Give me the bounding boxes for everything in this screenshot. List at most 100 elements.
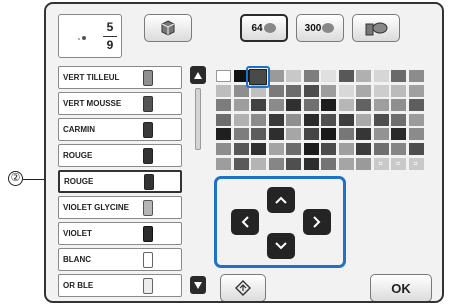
palette-swatch[interactable] xyxy=(373,113,389,126)
move-right-button[interactable] xyxy=(303,209,331,235)
palette-swatch[interactable] xyxy=(268,143,284,155)
palette-swatch[interactable] xyxy=(373,128,389,141)
palette-swatch[interactable] xyxy=(408,128,424,141)
palette-swatch[interactable] xyxy=(286,113,301,126)
palette-swatch[interactable] xyxy=(338,113,354,126)
palette-300-button[interactable]: 300 xyxy=(296,14,344,42)
palette-swatch[interactable] xyxy=(268,157,284,170)
palette-swatch[interactable] xyxy=(338,84,354,97)
color-palette-grid[interactable]: ⌗ ⌗ ⌗ xyxy=(216,66,430,174)
palette-swatch[interactable] xyxy=(321,128,336,141)
palette-swatch[interactable] xyxy=(321,84,336,97)
palette-swatch[interactable] xyxy=(321,157,336,170)
palette-swatch[interactable] xyxy=(338,157,354,170)
scroll-up-button[interactable] xyxy=(190,66,206,84)
selected-palette-swatch[interactable] xyxy=(249,69,267,85)
palette-swatch[interactable] xyxy=(391,84,406,97)
palette-swatch[interactable] xyxy=(216,157,231,170)
palette-swatch[interactable] xyxy=(356,99,371,112)
palette-swatch[interactable] xyxy=(303,84,319,97)
palette-swatch[interactable] xyxy=(408,84,424,97)
palette-swatch[interactable] xyxy=(408,99,424,112)
move-up-button[interactable] xyxy=(267,187,295,213)
palette-swatch[interactable] xyxy=(338,70,354,82)
palette-swatch[interactable] xyxy=(373,143,389,155)
palette-swatch[interactable] xyxy=(408,70,424,82)
palette-swatch[interactable] xyxy=(303,157,319,170)
palette-swatch[interactable] xyxy=(216,99,231,112)
palette-swatch[interactable] xyxy=(303,143,319,155)
palette-64-button[interactable]: 64 xyxy=(240,14,288,42)
palette-swatch[interactable] xyxy=(391,143,406,155)
palette-swatch[interactable] xyxy=(286,84,301,97)
palette-swatch[interactable] xyxy=(356,70,371,82)
ok-button[interactable]: OK xyxy=(370,274,432,301)
palette-swatch[interactable] xyxy=(373,99,389,112)
palette-swatch[interactable] xyxy=(303,113,319,126)
special-thread-icon[interactable]: ⌗ xyxy=(392,159,404,169)
palette-swatch[interactable] xyxy=(321,113,336,126)
scroll-thumb[interactable] xyxy=(195,88,201,150)
palette-swatch[interactable] xyxy=(216,113,231,126)
palette-swatch[interactable] xyxy=(408,143,424,155)
list-item[interactable]: VERT MOUSSE xyxy=(58,92,182,115)
palette-swatch[interactable] xyxy=(233,128,249,141)
list-item[interactable]: CARMIN xyxy=(58,118,182,141)
reset-button[interactable] xyxy=(220,274,266,301)
palette-swatch[interactable] xyxy=(321,143,336,155)
palette-swatch[interactable] xyxy=(233,143,249,155)
palette-swatch[interactable] xyxy=(391,113,406,126)
palette-swatch[interactable] xyxy=(268,84,284,97)
list-item[interactable]: VIOLET GLYCINE xyxy=(58,196,182,219)
special-thread-icon[interactable]: ⌗ xyxy=(410,159,422,169)
move-down-button[interactable] xyxy=(267,233,295,259)
palette-swatch[interactable] xyxy=(251,99,266,112)
palette-swatch[interactable] xyxy=(373,84,389,97)
list-item-selected[interactable]: ROUGE xyxy=(58,170,182,193)
palette-swatch[interactable] xyxy=(321,99,336,112)
palette-swatch[interactable] xyxy=(391,70,406,82)
palette-swatch[interactable] xyxy=(286,143,301,155)
palette-swatch[interactable] xyxy=(233,157,249,170)
palette-swatch[interactable] xyxy=(356,84,371,97)
palette-swatch[interactable] xyxy=(251,113,266,126)
palette-swatch[interactable] xyxy=(233,99,249,112)
palette-swatch[interactable] xyxy=(303,128,319,141)
scroll-down-button[interactable] xyxy=(190,276,206,294)
palette-swatch[interactable] xyxy=(286,157,301,170)
palette-swatch[interactable] xyxy=(303,70,319,82)
palette-swatch[interactable] xyxy=(408,113,424,126)
palette-swatch[interactable] xyxy=(286,128,301,141)
palette-swatch[interactable] xyxy=(338,128,354,141)
thread-list-scrollbar[interactable] xyxy=(190,66,206,301)
palette-swatch[interactable] xyxy=(251,128,266,141)
palette-swatch[interactable] xyxy=(286,99,301,112)
palette-swatch[interactable] xyxy=(338,143,354,155)
palette-swatch[interactable] xyxy=(391,128,406,141)
custom-thread-button[interactable] xyxy=(352,14,400,42)
palette-swatch[interactable] xyxy=(356,143,371,155)
palette-swatch[interactable] xyxy=(356,113,371,126)
list-item[interactable]: ROUGE xyxy=(58,144,182,167)
cube-button[interactable] xyxy=(144,14,192,42)
palette-swatch[interactable] xyxy=(216,70,231,82)
palette-swatch[interactable] xyxy=(373,70,389,82)
move-left-button[interactable] xyxy=(231,209,259,235)
palette-swatch[interactable] xyxy=(268,128,284,141)
palette-swatch[interactable] xyxy=(251,143,266,155)
palette-swatch[interactable] xyxy=(391,99,406,112)
list-item[interactable]: VIOLET xyxy=(58,222,182,245)
palette-swatch[interactable] xyxy=(303,99,319,112)
palette-swatch[interactable] xyxy=(338,99,354,112)
palette-swatch[interactable] xyxy=(251,157,266,170)
palette-swatch[interactable] xyxy=(356,157,371,170)
palette-swatch[interactable] xyxy=(216,143,231,155)
list-item[interactable]: OR BLE xyxy=(58,274,182,297)
special-thread-icon[interactable]: ⌗ xyxy=(375,159,387,169)
list-item[interactable]: VERT TILLEUL xyxy=(58,66,182,89)
palette-swatch[interactable] xyxy=(216,128,231,141)
palette-swatch[interactable] xyxy=(216,84,231,97)
palette-swatch[interactable] xyxy=(356,128,371,141)
palette-swatch[interactable] xyxy=(286,70,301,82)
palette-swatch[interactable] xyxy=(268,113,284,126)
